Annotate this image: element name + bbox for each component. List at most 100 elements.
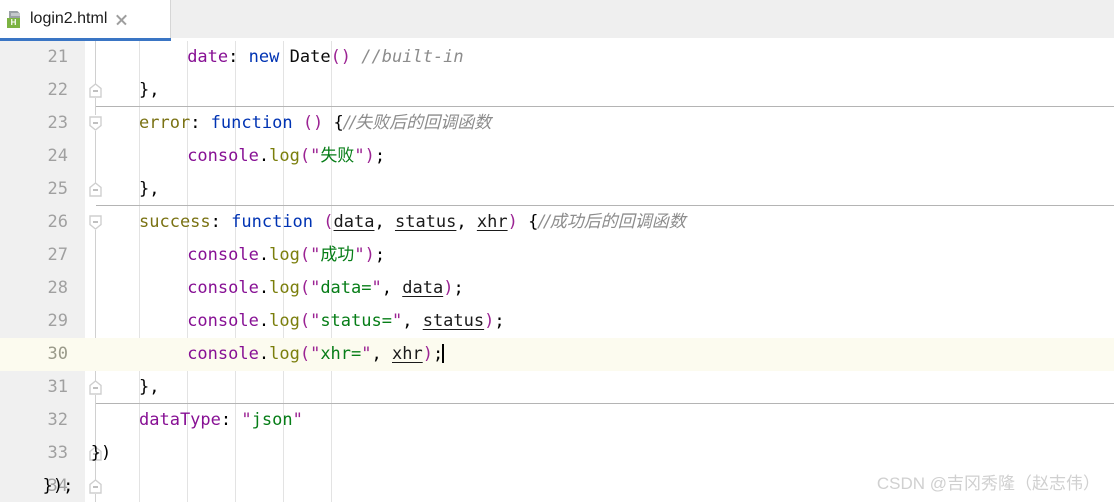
token: new: [248, 47, 280, 67]
token: },: [139, 80, 160, 100]
token: function: [231, 212, 314, 232]
token: console: [187, 146, 259, 166]
token: ": [371, 278, 382, 298]
code-text-line-27: console.log("成功");: [187, 239, 385, 272]
line-number-25[interactable]: 25: [0, 173, 68, 206]
line-number-31[interactable]: 31: [0, 371, 68, 404]
line-number-21[interactable]: 21: [0, 41, 68, 74]
token: .: [258, 146, 270, 166]
token: ": [241, 410, 252, 430]
code-line[interactable]: 26 success: function (data, status, xhr) …: [0, 206, 1114, 239]
line-number-29[interactable]: 29: [0, 305, 68, 338]
code-text-line-24: console.log("失败");: [187, 140, 385, 173]
ide-window: H login2.html 21 date: new Date() //built…: [0, 0, 1114, 502]
csdn-watermark: CSDN @吉冈秀隆（赵志伟）: [876, 474, 1100, 493]
token: ,: [371, 344, 392, 364]
fold-end-icon[interactable]: [86, 81, 105, 100]
code-line[interactable]: 23 error: function () {//失败后的回调函数: [0, 107, 1114, 140]
code-text-line-29: console.log("status=", status);: [187, 305, 504, 338]
token: (): [330, 47, 352, 67]
code-text-line-31: },: [139, 371, 159, 404]
token: ): [364, 146, 375, 166]
code-line[interactable]: 25},: [0, 173, 1114, 206]
token: xhr: [392, 344, 423, 364]
token: :: [220, 410, 242, 430]
code-text-line-32: dataType: "json": [139, 404, 303, 437]
editor-tab-bar: H login2.html: [0, 0, 1114, 41]
token: ;: [494, 311, 505, 331]
line-number-33[interactable]: 33: [0, 437, 68, 470]
token: log: [269, 311, 300, 331]
token: ": [310, 146, 321, 166]
editor-tab-login2-html[interactable]: H login2.html: [0, 0, 171, 38]
token: {: [333, 113, 344, 133]
token: .: [258, 245, 270, 265]
token: }): [90, 443, 112, 463]
token: ": [391, 311, 403, 331]
code-line[interactable]: 22},: [0, 74, 1114, 107]
token: error: [139, 113, 191, 133]
line-number-26[interactable]: 26: [0, 206, 68, 239]
token: log: [269, 146, 300, 166]
code-line[interactable]: 27 console.log("成功");: [0, 239, 1114, 272]
code-line[interactable]: 33}): [0, 437, 1114, 470]
token: data: [402, 278, 444, 298]
token: Date: [289, 47, 331, 67]
token: 失败: [320, 146, 355, 166]
token: console: [187, 278, 259, 298]
token: ,: [456, 212, 477, 232]
token: ): [484, 311, 495, 331]
token: ;: [453, 278, 464, 298]
token: status: [422, 311, 485, 331]
token: (: [299, 146, 311, 166]
code-text-line-22: },: [139, 74, 159, 107]
line-number-28[interactable]: 28: [0, 272, 68, 305]
fold-start-icon[interactable]: [86, 213, 105, 232]
html-file-icon: H: [7, 10, 24, 28]
token: (): [302, 113, 324, 133]
token: (: [323, 212, 334, 232]
token: date: [187, 47, 229, 67]
token: ): [422, 344, 433, 364]
token: ): [443, 278, 454, 298]
line-number-22[interactable]: 22: [0, 74, 68, 107]
code-line-current[interactable]: 30 console.log("xhr=", xhr);: [0, 338, 1114, 371]
token: ": [292, 410, 303, 430]
token: log: [269, 245, 300, 265]
fold-end-icon[interactable]: [86, 180, 105, 199]
text-caret: [442, 344, 444, 363]
token: json: [251, 410, 293, 430]
token: .: [258, 344, 270, 364]
token: ,: [402, 311, 423, 331]
code-line[interactable]: 29 console.log("status=", status);: [0, 305, 1114, 338]
fold-end-icon[interactable]: [86, 477, 105, 496]
token: :: [210, 212, 232, 232]
token: ": [310, 344, 321, 364]
close-icon[interactable]: [115, 13, 128, 26]
token: },: [139, 377, 160, 397]
line-number-24[interactable]: 24: [0, 140, 68, 173]
code-line[interactable]: 21 date: new Date() //built-in: [0, 41, 1114, 74]
line-number-30[interactable]: 30: [0, 338, 68, 371]
token: 成功: [320, 245, 355, 265]
fold-start-icon[interactable]: [86, 114, 105, 133]
token: .: [258, 311, 270, 331]
line-number-23[interactable]: 23: [0, 107, 68, 140]
code-line[interactable]: 31},: [0, 371, 1114, 404]
line-number-32[interactable]: 32: [0, 404, 68, 437]
fold-end-icon[interactable]: [86, 378, 105, 397]
code-line[interactable]: 32 dataType: "json": [0, 404, 1114, 437]
token: :: [190, 113, 211, 133]
code-line[interactable]: 28 console.log("data=", data);: [0, 272, 1114, 305]
code-editor[interactable]: 21 date: new Date() //built-in 22}, 23 error…: [0, 41, 1114, 502]
code-text-line-33: }): [91, 437, 111, 470]
line-number-27[interactable]: 27: [0, 239, 68, 272]
code-line[interactable]: 24 console.log("失败");: [0, 140, 1114, 173]
code-text-line-28: console.log("data=", data);: [187, 272, 464, 305]
